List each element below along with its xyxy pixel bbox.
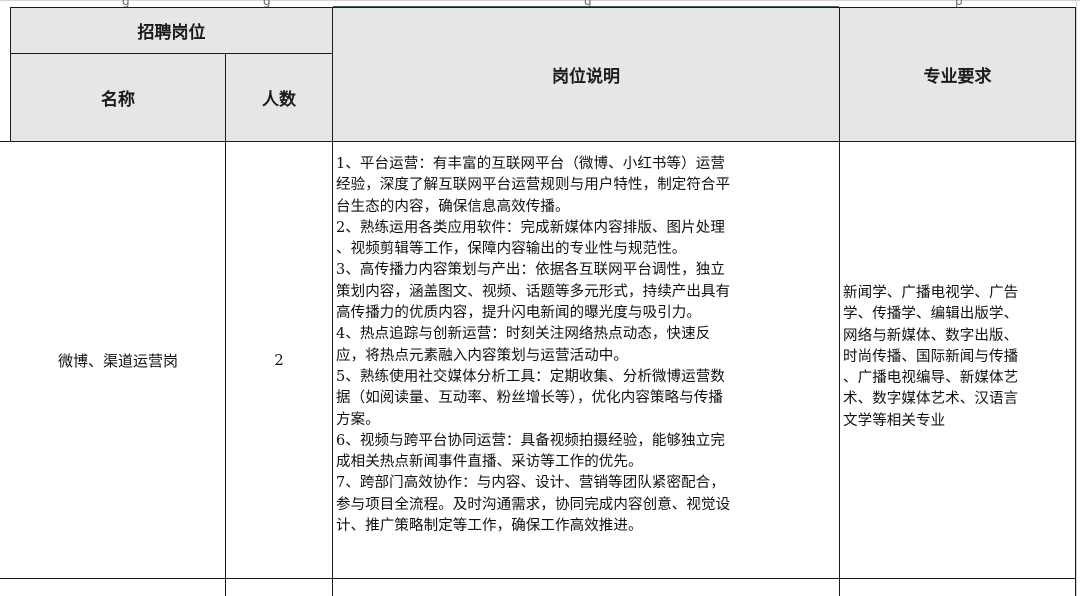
requirements-line: 术、数字媒体艺术、汉语言 bbox=[843, 391, 1019, 408]
cell-position-name[interactable]: 微博、渠道运营岗 bbox=[11, 142, 225, 578]
cell-description[interactable]: 1、平台运营：有丰富的互联网平台（微博、小红书等）运营 经验，深度了解互联网平台… bbox=[336, 154, 839, 537]
header-col-name: 名称 bbox=[101, 90, 135, 110]
spreadsheet-view: g g g p 招聘岗位 名称 人数 岗位说明 专业要求 微博、渠道运营岗 2 … bbox=[0, 0, 1080, 596]
description-line: 6、视频与跨平台协同运营：具备视频拍摄经验，能够独立完 bbox=[336, 432, 725, 449]
header-col-requirements: 专业要求 bbox=[923, 67, 992, 87]
description-line: 高传播力的优质内容，提升闪电新闻的曝光度与吸引力。 bbox=[336, 305, 701, 322]
gridline-top bbox=[0, 0, 1080, 1]
requirements-line: 、广播电视编导、新媒体艺 bbox=[843, 370, 1019, 387]
description-line: 台生态的内容，确保信息高效传播。 bbox=[336, 198, 570, 215]
description-line: 经验，深度了解互联网平台运营规则与用户特性，制定符合平 bbox=[336, 177, 731, 194]
description-line: 5、熟练使用社交媒体分析工具：定期收集、分析微博运营数 bbox=[336, 368, 725, 385]
description-line: 策划内容，涵盖图文、视频、话题等多元形式，持续产出具有 bbox=[336, 283, 731, 300]
description-line: 2、熟练运用各类应用软件：完成新媒体内容排版、图片处理 bbox=[336, 219, 725, 236]
description-line: 计、推广策略制定等工作，确保工作高效推进。 bbox=[336, 518, 643, 535]
border-row-bottom bbox=[0, 578, 1076, 579]
cell-headcount[interactable]: 2 bbox=[226, 142, 332, 578]
description-line: 4、热点追踪与创新运营：时刻关注网络热点动态，快速反 bbox=[336, 326, 711, 343]
description-line: 、视频剪辑等工作，保障内容输出的专业性与规范性。 bbox=[336, 241, 687, 258]
header-col-description: 岗位说明 bbox=[552, 67, 620, 87]
requirements-line: 时尚传播、国际新闻与传播 bbox=[843, 348, 1019, 365]
description-line: 成相关热点新闻事件直播、采访等工作的优先。 bbox=[336, 454, 643, 471]
requirements-line: 学、传播学、编辑出版学、 bbox=[843, 306, 1019, 323]
description-line: 7、跨部门高效协作：与内容、设计、营销等团队紧密配合， bbox=[336, 475, 725, 492]
cell-requirements[interactable]: 新闻学、广播电视学、广告 学、传播学、编辑出版学、 网络与新媒体、数字出版、 时… bbox=[843, 283, 1075, 432]
header-group-title: 招聘岗位 bbox=[137, 23, 206, 43]
requirements-line: 新闻学、广播电视学、广告 bbox=[843, 285, 1019, 301]
requirements-line: 网络与新媒体、数字出版、 bbox=[843, 327, 1019, 344]
description-line: 应，将热点元素融入内容策划与运营活动中。 bbox=[336, 347, 628, 364]
header-col-count: 人数 bbox=[262, 90, 296, 110]
requirements-line: 文学等相关专业 bbox=[843, 412, 946, 429]
description-line: 3、高传播力内容策划与产出：依据各互联网平台调性，独立 bbox=[336, 262, 725, 279]
description-line: 参与项目全流程。及时沟通需求，协同完成内容创意、视觉设 bbox=[336, 496, 731, 513]
gridline-right bbox=[1076, 0, 1077, 596]
description-line: 据（如阅读量、互动率、粉丝增长等），优化内容策略与传播 bbox=[336, 390, 723, 407]
description-line: 1、平台运营：有丰富的互联网平台（微博、小红书等）运营 bbox=[336, 156, 725, 172]
description-line: 方案。 bbox=[336, 411, 380, 428]
border-right bbox=[1075, 7, 1076, 596]
